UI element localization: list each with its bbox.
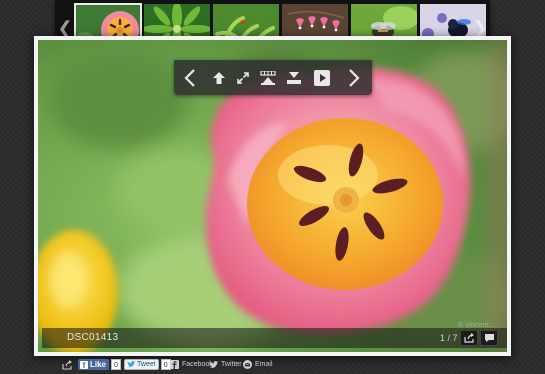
facebook-like-widget: f Like 0 [78, 357, 121, 372]
fullscreen-button[interactable] [232, 60, 254, 95]
share-bar: f Like 0 Tweet 0 Facebook Twitter Email [62, 357, 362, 372]
like-label: Like [90, 360, 107, 369]
previous-icon [184, 68, 195, 87]
twitter-share-link[interactable]: Twitter [209, 357, 242, 372]
play-icon [314, 69, 330, 86]
photo-counter: 1 / 7 [440, 333, 458, 343]
share-button[interactable] [460, 330, 478, 346]
upload-icon [213, 71, 225, 84]
comments-button[interactable] [480, 330, 498, 346]
share-icon [62, 359, 72, 370]
facebook-like-button[interactable]: f Like [78, 359, 110, 370]
tweet-button[interactable]: Tweet [124, 359, 159, 370]
email-icon [243, 360, 252, 369]
play-slideshow-button[interactable] [310, 60, 334, 95]
toggle-thumbnails-icon [260, 70, 276, 85]
caption-bar: DSC01413 1 / 7 [42, 328, 507, 348]
tweet-label: Tweet [137, 361, 156, 368]
like-count: 0 [111, 359, 121, 370]
email-label: Email [255, 361, 273, 368]
facebook-icon [170, 360, 179, 369]
previous-button[interactable] [178, 60, 202, 95]
twitter-bird-icon [127, 361, 135, 368]
download-icon [287, 72, 301, 84]
upload-button[interactable] [208, 60, 230, 95]
comment-icon [484, 334, 494, 342]
share-link-button[interactable] [62, 357, 73, 372]
facebook-logo-icon: f [80, 360, 88, 370]
toggle-thumbnails-button[interactable] [256, 60, 280, 95]
facebook-share-link[interactable]: Facebook [170, 357, 213, 372]
next-icon [349, 68, 360, 87]
twitter-label: Twitter [221, 361, 242, 368]
share-icon [463, 333, 474, 343]
download-button[interactable] [282, 60, 306, 95]
fullscreen-icon [237, 71, 249, 84]
next-button[interactable] [342, 60, 366, 95]
twitter-icon [209, 360, 218, 368]
email-share-link[interactable]: Email [243, 357, 273, 372]
photo-title: DSC01413 [67, 332, 119, 343]
tweet-widget: Tweet 0 [124, 357, 171, 372]
slideshow-controls [174, 60, 372, 95]
